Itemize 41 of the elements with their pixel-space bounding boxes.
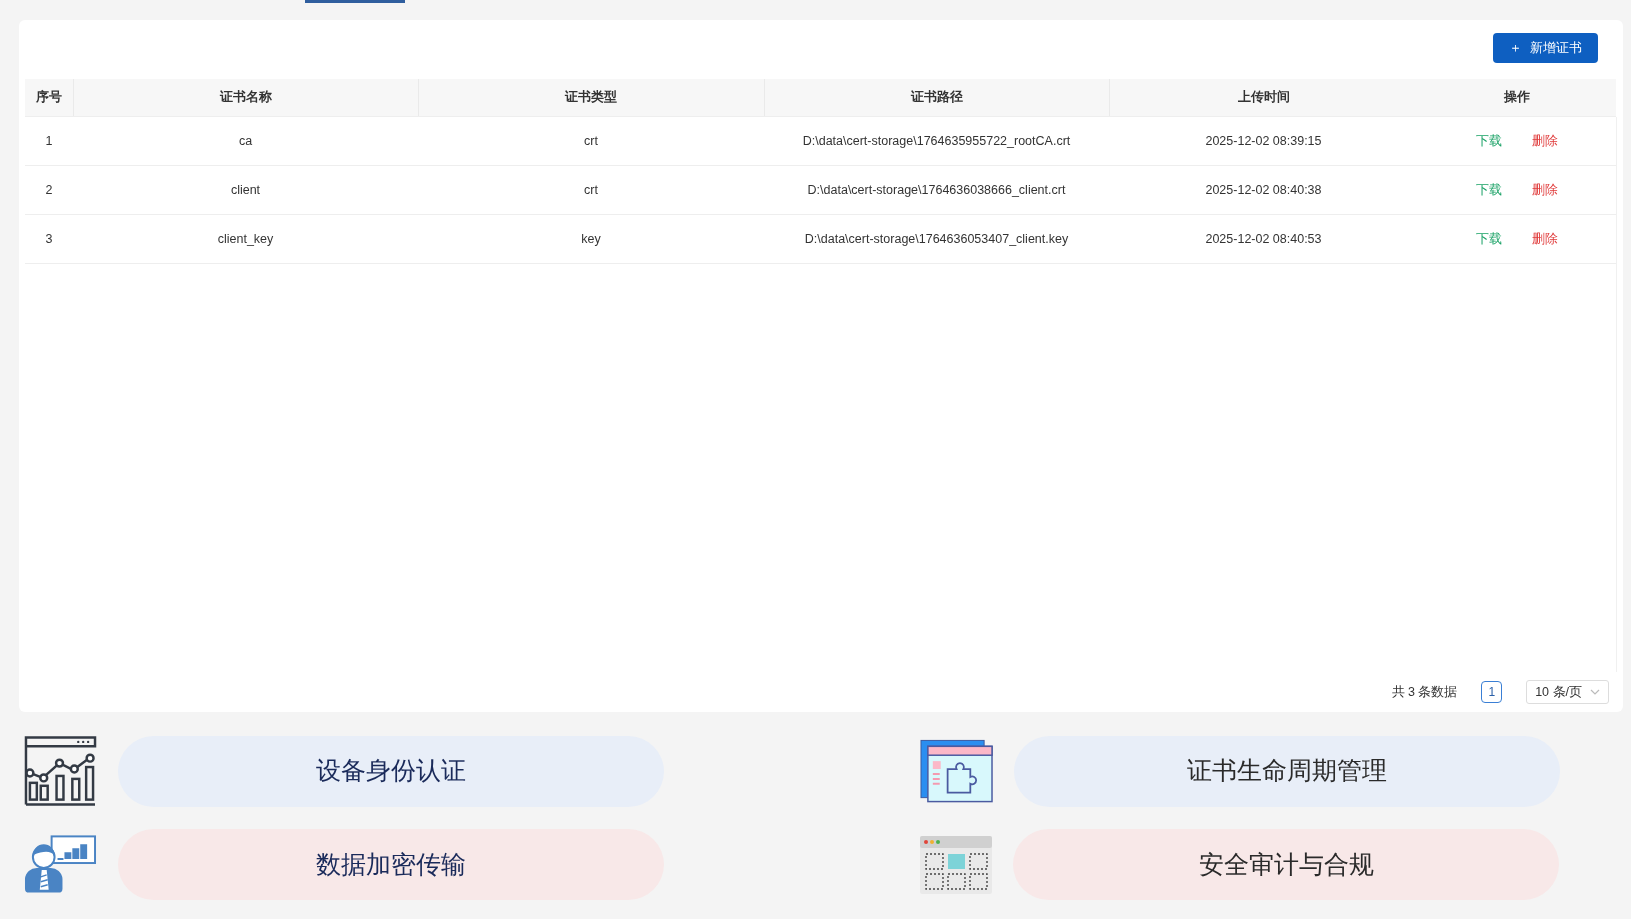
total-count: 共 3 条数据: [1391, 683, 1458, 701]
table-cell: client: [230, 182, 261, 197]
table-cell: key: [581, 231, 601, 246]
puzzle-window-icon: [920, 739, 993, 803]
table-cell: crt: [584, 182, 598, 197]
delete-link[interactable]: 删除: [1532, 133, 1558, 148]
page-size-select[interactable]: 10 条/页: [1526, 680, 1609, 704]
add-certificate-button[interactable]: ＋ 新增证书: [1493, 33, 1598, 63]
presenter-icon: [24, 834, 97, 895]
feature-pill: 证书生命周期管理: [1014, 735, 1560, 807]
table-cell: 2025-12-02 08:39:15: [1205, 133, 1322, 148]
delete-link[interactable]: 删除: [1532, 182, 1558, 197]
plus-icon: ＋: [1509, 40, 1522, 55]
download-link[interactable]: 下载: [1476, 133, 1502, 148]
column-header: 序号: [35, 89, 62, 104]
table-cell: ca: [238, 133, 253, 148]
feature-pill: 数据加密传输: [118, 829, 664, 900]
column-header: 证书名称: [219, 89, 272, 104]
column-header: 证书类型: [565, 89, 617, 104]
download-link[interactable]: 下载: [1476, 182, 1502, 197]
table-cell: 2025-12-02 08:40:53: [1205, 231, 1322, 246]
column-header: 操作: [1504, 89, 1530, 104]
table-cell: 2025-12-02 08:40:38: [1205, 182, 1322, 197]
download-link[interactable]: 下载: [1476, 231, 1502, 246]
column-header: 上传时间: [1237, 89, 1290, 104]
table-cell: 3: [45, 231, 53, 246]
table-cell: 1: [45, 133, 53, 148]
table-cell: D:\data\cert-storage\1764636053407_client.key: [804, 231, 1069, 246]
column-header: 证书路径: [910, 89, 963, 104]
delete-link[interactable]: 删除: [1532, 231, 1558, 246]
chevron-down-icon: [1590, 689, 1600, 695]
table-cell: crt: [584, 133, 598, 148]
feature-pill: 安全审计与合规: [1013, 829, 1559, 900]
table-cell: D:\data\cert-storage\1764635955722_rootCA.crt: [802, 133, 1071, 148]
page-button[interactable]: 1: [1481, 681, 1503, 703]
table-cell: 2: [45, 182, 53, 197]
chart-icon: [24, 735, 97, 807]
table-cell: D:\data\cert-storage\1764636038666_client.crt: [807, 182, 1066, 197]
browser-grid-icon: [920, 835, 992, 894]
feature-pill: 设备身份认证: [118, 735, 664, 807]
table-cell: client_key: [217, 231, 274, 246]
